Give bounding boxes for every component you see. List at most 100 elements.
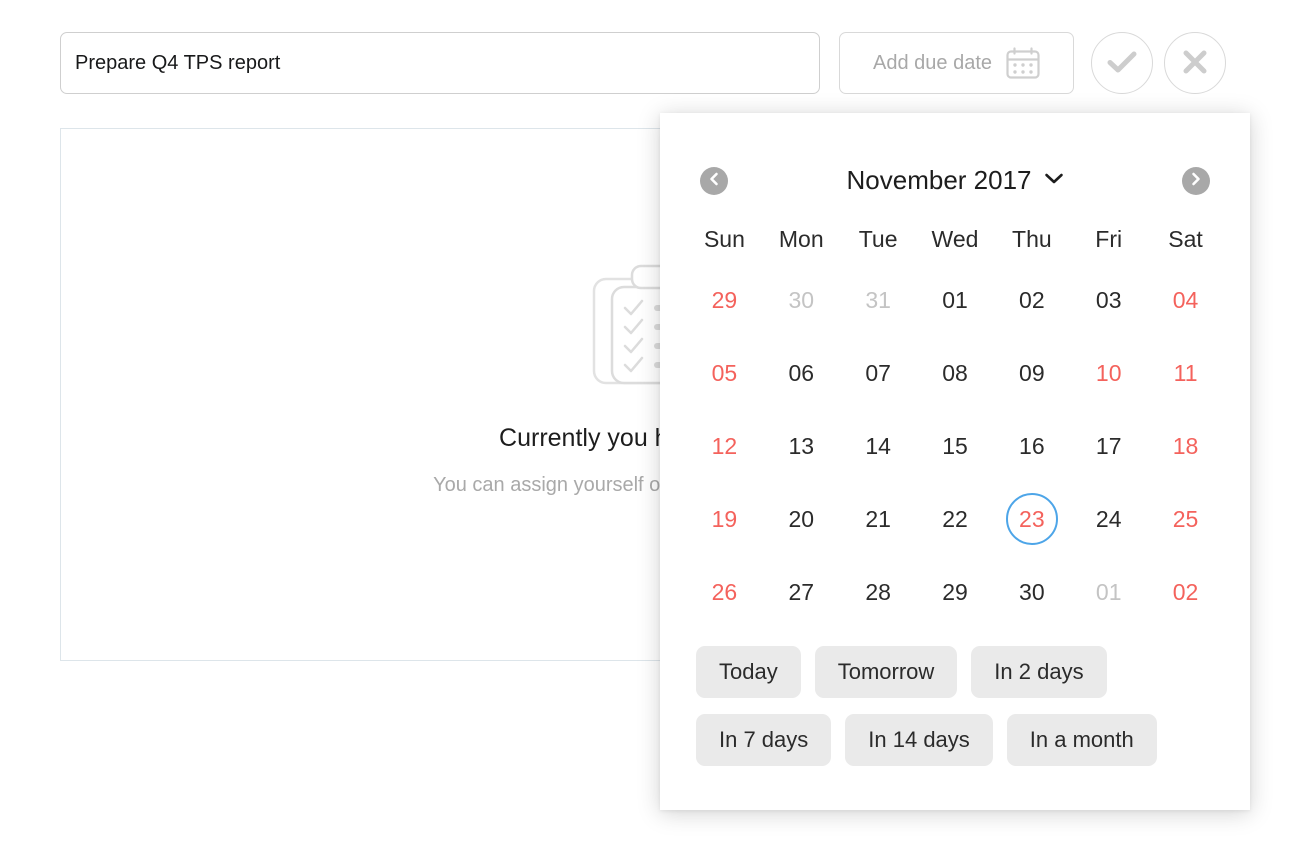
calendar-day-cell[interactable]: 02 xyxy=(1147,566,1224,618)
chevron-down-icon xyxy=(1044,172,1064,190)
next-month-button[interactable] xyxy=(1182,166,1210,195)
calendar-day-number: 20 xyxy=(788,506,815,532)
calendar-day-cell[interactable]: 28 xyxy=(840,566,917,618)
weekday-label-thu: Thu xyxy=(1012,226,1052,252)
calendar-day-cell[interactable]: 09 xyxy=(993,347,1070,399)
calendar-week-row: 26 27 28 29 30 01 02 xyxy=(660,566,1250,618)
calendar-day-number: 01 xyxy=(1095,579,1122,605)
calendar-day-cell[interactable]: 24 xyxy=(1070,493,1147,545)
calendar-day-cell[interactable]: 31 xyxy=(840,274,917,326)
calendar-day-number: 06 xyxy=(788,360,815,386)
calendar-grid: 29 30 31 01 02 03 04 05 06 07 08 09 10 11 12 13 14 15 16 17… xyxy=(660,274,1250,618)
calendar-day-cell[interactable]: 11 xyxy=(1147,347,1224,399)
check-icon xyxy=(1107,50,1137,77)
calendar-day-number: 05 xyxy=(711,360,738,386)
calendar-day-number: 12 xyxy=(711,433,738,459)
previous-month-button[interactable] xyxy=(700,166,728,195)
calendar-day-cell[interactable]: 19 xyxy=(686,493,763,545)
calendar-day-number: 24 xyxy=(1095,506,1122,532)
weekday-label-sat: Sat xyxy=(1168,226,1203,252)
close-icon xyxy=(1182,49,1208,78)
add-due-date-button[interactable]: Add due date xyxy=(839,32,1074,94)
calendar-week-row: 19 20 21 22 23 24 25 xyxy=(660,493,1250,545)
quick-pick-in-2-days[interactable]: In 2 days xyxy=(971,646,1107,698)
calendar-day-cell[interactable]: 15 xyxy=(917,420,994,472)
weekday-label-mon: Mon xyxy=(778,226,824,252)
calendar-day-cell[interactable]: 12 xyxy=(686,420,763,472)
task-entry-bar: Add due date xyxy=(60,31,1248,95)
calendar-day-cell[interactable]: 22 xyxy=(917,493,994,545)
quick-pick-in-a-month[interactable]: In a month xyxy=(1006,714,1157,766)
calendar-day-cell[interactable]: 07 xyxy=(840,347,917,399)
add-due-date-label: Add due date xyxy=(873,51,992,74)
calendar-day-number: 26 xyxy=(711,579,738,605)
quick-pick-row-2: In 7 days In 14 days In a month xyxy=(696,714,1214,766)
date-picker-header: November 2017 xyxy=(660,113,1250,196)
cancel-task-button[interactable] xyxy=(1164,32,1226,94)
calendar-day-number: 14 xyxy=(865,433,891,459)
calendar-day-cell[interactable]: 27 xyxy=(763,566,840,618)
calendar-day-number: 09 xyxy=(1019,360,1045,386)
calendar-day-number: 18 xyxy=(1172,433,1199,459)
calendar-day-cell[interactable]: 23 xyxy=(993,493,1070,545)
calendar-day-number: 03 xyxy=(1095,287,1122,313)
calendar-day-cell[interactable]: 04 xyxy=(1147,274,1224,326)
quick-pick-today[interactable]: Today xyxy=(696,646,801,698)
calendar-day-number: 16 xyxy=(1019,433,1045,459)
calendar-day-cell[interactable]: 17 xyxy=(1070,420,1147,472)
calendar-day-number: 30 xyxy=(1019,579,1045,605)
chevron-right-icon xyxy=(1190,172,1202,189)
weekday-header-row: Sun Mon Tue Wed Thu Fri Sat xyxy=(660,226,1250,253)
calendar-day-cell[interactable]: 01 xyxy=(917,274,994,326)
quick-pick-in-7-days[interactable]: In 7 days xyxy=(696,714,832,766)
calendar-day-cell[interactable]: 14 xyxy=(840,420,917,472)
calendar-day-number: 02 xyxy=(1019,287,1045,313)
calendar-day-number: 25 xyxy=(1172,506,1199,532)
calendar-day-cell[interactable]: 03 xyxy=(1070,274,1147,326)
calendar-day-cell[interactable]: 25 xyxy=(1147,493,1224,545)
calendar-day-number: 11 xyxy=(1173,360,1198,386)
weekday-label-fri: Fri xyxy=(1095,226,1123,252)
calendar-day-cell[interactable]: 02 xyxy=(993,274,1070,326)
calendar-day-cell[interactable]: 18 xyxy=(1147,420,1224,472)
weekday-label-tue: Tue xyxy=(858,226,898,252)
calendar-day-number: 02 xyxy=(1172,579,1199,605)
calendar-day-cell[interactable]: 29 xyxy=(686,274,763,326)
chevron-left-icon xyxy=(708,172,720,189)
calendar-day-number: 29 xyxy=(711,287,738,313)
calendar-day-number: 27 xyxy=(788,579,815,605)
calendar-day-cell[interactable]: 26 xyxy=(686,566,763,618)
calendar-day-cell[interactable]: 16 xyxy=(993,420,1070,472)
calendar-day-cell[interactable]: 21 xyxy=(840,493,917,545)
calendar-day-cell[interactable]: 10 xyxy=(1070,347,1147,399)
calendar-day-number: 22 xyxy=(942,506,968,532)
calendar-day-number: 08 xyxy=(942,360,968,386)
calendar-day-number: 31 xyxy=(865,287,891,313)
weekday-label-sun: Sun xyxy=(703,226,745,252)
quick-pick-tomorrow[interactable]: Tomorrow xyxy=(814,646,958,698)
task-name-input[interactable] xyxy=(60,32,820,94)
calendar-day-cell[interactable]: 05 xyxy=(686,347,763,399)
calendar-day-cell[interactable]: 30 xyxy=(763,274,840,326)
calendar-day-number: 15 xyxy=(942,433,968,459)
calendar-day-number: 10 xyxy=(1095,360,1122,386)
quick-pick-in-14-days[interactable]: In 14 days xyxy=(845,714,993,766)
calendar-day-number: 19 xyxy=(711,506,738,532)
calendar-day-cell[interactable]: 20 xyxy=(763,493,840,545)
calendar-day-cell[interactable]: 08 xyxy=(917,347,994,399)
calendar-week-row: 12 13 14 15 16 17 18 xyxy=(660,420,1250,472)
calendar-day-cell[interactable]: 01 xyxy=(1070,566,1147,618)
weekday-label-wed: Wed xyxy=(931,226,979,252)
calendar-day-number: 07 xyxy=(865,360,891,386)
calendar-day-cell[interactable]: 06 xyxy=(763,347,840,399)
calendar-day-number: 04 xyxy=(1172,287,1199,313)
calendar-icon xyxy=(1006,47,1040,79)
calendar-day-cell[interactable]: 29 xyxy=(917,566,994,618)
month-year-selector[interactable]: November 2017 xyxy=(847,165,1064,196)
calendar-day-number: 30 xyxy=(788,287,815,313)
calendar-day-cell[interactable]: 30 xyxy=(993,566,1070,618)
calendar-day-cell[interactable]: 13 xyxy=(763,420,840,472)
calendar-day-number: 17 xyxy=(1095,433,1122,459)
confirm-task-button[interactable] xyxy=(1091,32,1153,94)
calendar-day-number: 29 xyxy=(942,579,968,605)
